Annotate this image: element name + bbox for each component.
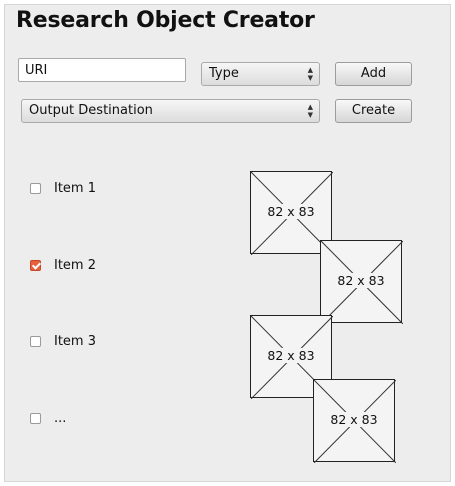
list-item[interactable]: Item 3 (30, 331, 96, 351)
item-label: Item 2 (54, 257, 96, 273)
image-placeholder-label: 82 x 83 (328, 412, 380, 427)
item-1-checkbox[interactable] (30, 182, 41, 194)
image-placeholder-label: 82 x 83 (335, 273, 387, 288)
item-3-checkbox[interactable] (30, 335, 41, 347)
list-item[interactable]: Item 1 (30, 178, 96, 198)
output-destination-select[interactable]: Output Destination ▲ ▼ (21, 99, 320, 123)
item-label: Item 1 (54, 180, 96, 196)
add-button[interactable]: Add (335, 62, 412, 86)
list-item[interactable]: Item 2 (30, 255, 96, 275)
image-placeholder-label: 82 x 83 (265, 348, 317, 363)
image-placeholder: 82 x 83 (320, 240, 403, 324)
page-title: Research Object Creator (16, 8, 315, 33)
type-select[interactable]: Type ▲ ▼ (201, 62, 320, 86)
item-label: Item 3 (54, 333, 96, 349)
item-2-checkbox[interactable] (30, 259, 41, 271)
image-placeholder: 82 x 83 (313, 379, 396, 463)
create-button[interactable]: Create (335, 99, 412, 123)
select-arrows-icon: ▲ ▼ (307, 103, 313, 119)
select-arrows-icon: ▲ ▼ (307, 66, 313, 82)
item-label: ... (54, 410, 67, 426)
uri-input[interactable] (18, 58, 186, 82)
type-select-value: Type (209, 66, 239, 81)
output-destination-value: Output Destination (29, 103, 153, 118)
list-item[interactable]: ... (30, 408, 66, 428)
image-placeholder-label: 82 x 83 (265, 204, 317, 219)
item-more-checkbox[interactable] (30, 412, 41, 424)
